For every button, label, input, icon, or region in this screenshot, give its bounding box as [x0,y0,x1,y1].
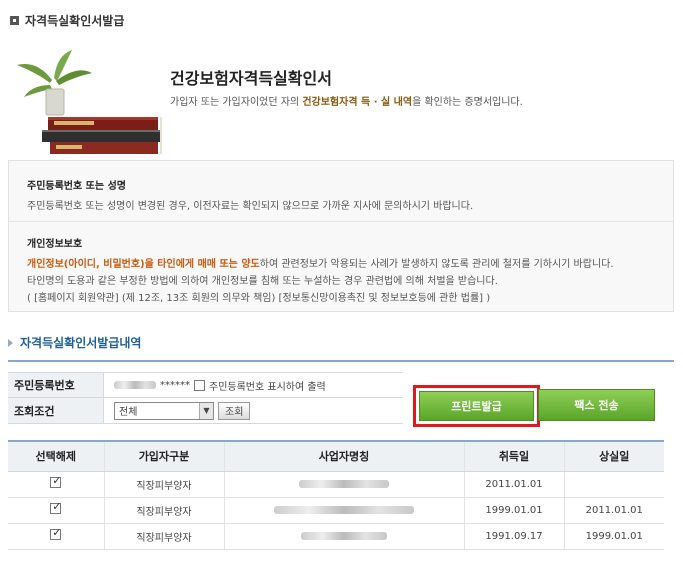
notice-box: 주민등록번호 또는 성명 주민등록번호 또는 성명이 변경된 경우, 이전자료는… [8,160,674,312]
header-member-type: 가입자구분 [103,440,224,472]
header-business-name: 사업자명칭 [223,440,464,472]
books-plant-illustration [17,50,162,154]
rrn-label: 주민등록번호 [8,373,104,397]
hero-description: 가입자 또는 가입자이었던 자의 건강보험자격 득 · 실 내역을 확인하는 증… [170,93,523,108]
member-type-cell: 직장피부양자 [103,523,224,550]
condition-selected-value: 전체 [119,407,138,418]
rrn-value: ****** [160,379,190,391]
rrn-value-area: ****** 주민등록번호 표시하여 출력 [104,378,326,393]
table-row: 직장피부양자 2011.01.01 [8,471,664,498]
notice-warning-text: 개인정보(아이디, 비밀번호)을 타인에게 매매 또는 양도 [27,259,260,270]
page-title: 자격득실확인서발급 [10,12,124,29]
header-deselect[interactable]: 선택해제 [8,440,104,472]
business-name-blur [301,531,387,540]
history-table: 선택해제 가입자구분 사업자명칭 취득일 상실일 직장피부양자 2011.01.… [8,440,664,550]
rrn-print-checkbox[interactable] [194,379,205,391]
business-name-cell [223,523,464,550]
print-button[interactable]: 프린트발급 [419,391,534,421]
chevron-down-icon[interactable]: ▼ [199,402,213,419]
notice-head-2: 개인정보보호 [27,239,83,250]
notice-head-1: 주민등록번호 또는 성명 [27,181,126,192]
hero-desc-suffix: 을 확인하는 증명서입니다. [412,97,523,108]
acquired-date-cell: 1991.09.17 [463,523,564,550]
rrn-row: 주민등록번호 ****** 주민등록번호 표시하여 출력 [8,372,403,398]
bullet-triangle-icon [8,338,13,347]
notice-privacy-line-2: 타인명의 도용과 같은 부정한 방법에 의하여 개인정보를 침해 또는 누설하는… [27,276,498,287]
table-header-row: 선택해제 가입자구분 사업자명칭 취득일 상실일 [8,440,664,472]
table-row: 직장피부양자 1991.09.17 1999.01.01 [8,523,664,550]
search-button[interactable]: 조회 [218,401,251,420]
notice-privacy-line-3: ( [홈페이지 회원약관] (제 12조, 13조 회원의 의무와 책임) [정… [27,293,491,304]
rrn-masked-blur [114,381,156,389]
business-name-cell [223,471,464,498]
row-checkbox[interactable] [50,526,61,540]
notice-privacy-line-1: 개인정보(아이디, 비밀번호)을 타인에게 매매 또는 양도하여 관련정보가 악… [27,256,655,273]
row-checkbox-cell [8,523,104,550]
member-type-cell: 직장피부양자 [103,497,224,524]
notice-text-1: 주민등록번호 또는 성명이 변경된 경우, 이전자료는 확인되지 않으므로 가까… [27,201,474,212]
hero-banner: 건강보험자격득실확인서 가입자 또는 가입자이었던 자의 건강보험자격 득 · … [8,35,672,160]
acquired-date-cell: 1999.01.01 [463,497,564,524]
table-row: 직장피부양자 1999.01.01 2011.01.01 [8,497,664,524]
business-name-cell [223,497,464,524]
hero-desc-highlight: 건강보험자격 득 · 실 내역 [302,97,413,108]
lost-date-cell: 1999.01.01 [563,523,664,550]
row-checkbox-cell [8,497,104,524]
notice-divider [9,221,673,222]
notice-privacy-line-1-rest: 하여 관련정보가 악용되는 사례가 발생하지 않도록 관리에 철저를 기하시기 … [259,259,614,270]
condition-row: 조회조건 전체 ▼ 조회 [8,398,403,424]
business-name-blur [274,505,414,514]
hero-title: 건강보험자격득실확인서 [170,69,332,88]
hero-desc-prefix: 가입자 또는 가입자이었던 자의 [170,97,303,108]
lost-date-cell [563,471,664,498]
lost-date-cell: 2011.01.01 [563,497,664,524]
header-acquired-date: 취득일 [463,440,564,472]
page-title-text: 자격득실확인서발급 [25,14,125,28]
condition-value-area: 전체 ▼ 조회 [104,401,251,420]
condition-label: 조회조건 [8,398,104,423]
condition-select[interactable]: 전체 ▼ [114,401,214,420]
history-title-text: 자격득실확인서발급내역 [20,336,142,350]
history-section-title: 자격득실확인서발급내역 [8,334,141,351]
notice-privacy: 개인정보보호 개인정보(아이디, 비밀번호)을 타인에게 매매 또는 양도하여 … [9,235,673,307]
row-checkbox-cell [8,471,104,498]
business-name-blur [299,479,389,488]
notice-name-change: 주민등록번호 또는 성명 주민등록번호 또는 성명이 변경된 경우, 이전자료는… [9,177,673,215]
row-checkbox[interactable] [50,474,61,488]
bullet-square-icon [10,16,19,25]
rrn-print-label: 주민등록번호 표시하여 출력 [209,381,326,393]
fax-button[interactable]: 팩스 전송 [538,389,655,421]
member-type-cell: 직장피부양자 [103,471,224,498]
header-lost-date: 상실일 [563,440,664,472]
row-checkbox[interactable] [50,500,61,514]
search-form: 주민등록번호 ****** 주민등록번호 표시하여 출력 조회조건 전체 ▼ 조… [8,360,674,430]
print-button-highlight: 프린트발급 [413,385,540,427]
acquired-date-cell: 2011.01.01 [463,471,564,498]
